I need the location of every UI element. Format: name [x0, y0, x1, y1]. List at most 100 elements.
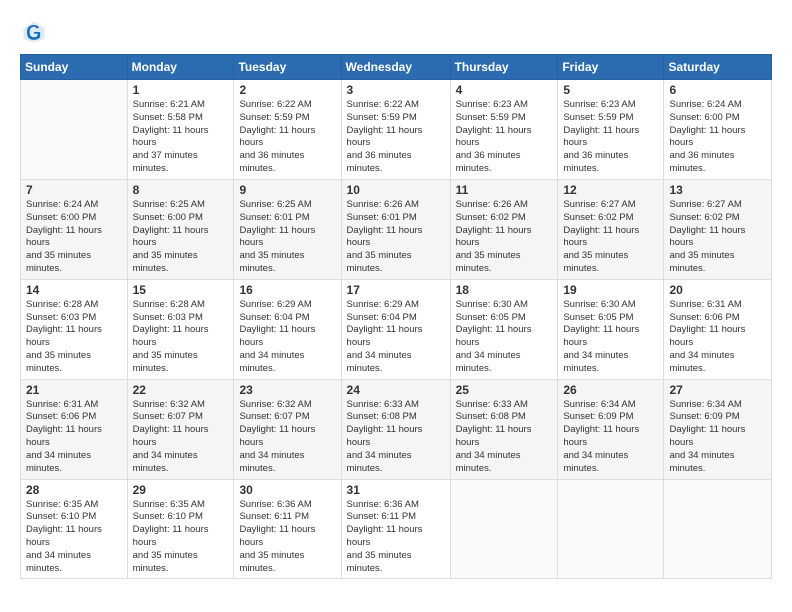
- day-info: Sunrise: 6:34 AMSunset: 6:09 PMDaylight:…: [563, 399, 658, 476]
- calendar-day-cell: 13 Sunrise: 6:27 AMSunset: 6:02 PMDayligh…: [664, 179, 772, 279]
- day-info: Sunrise: 6:26 AMSunset: 6:02 PMDaylight:…: [456, 199, 553, 276]
- day-number: 18: [456, 283, 553, 297]
- calendar-day-cell: 8 Sunrise: 6:25 AMSunset: 6:00 PMDaylight…: [127, 179, 234, 279]
- day-number: 26: [563, 383, 658, 397]
- calendar-header-thursday: Thursday: [450, 55, 558, 80]
- calendar-week-row: 21Sunrise: 6:31 AMSunset: 6:06 PMDayligh…: [21, 379, 772, 479]
- calendar-day-cell: 21Sunrise: 6:31 AMSunset: 6:06 PMDayligh…: [21, 379, 128, 479]
- day-info: Sunrise: 6:27 AMSunset: 6:02 PMDaylight:…: [669, 199, 766, 276]
- day-number: 21: [26, 383, 122, 397]
- calendar-day-cell: 14Sunrise: 6:28 AMSunset: 6:03 PMDayligh…: [21, 279, 128, 379]
- day-info: Sunrise: 6:29 AMSunset: 6:04 PMDaylight:…: [347, 299, 445, 376]
- calendar-day-cell: 26 Sunrise: 6:34 AMSunset: 6:09 PMDayligh…: [558, 379, 664, 479]
- calendar-day-cell: 23Sunrise: 6:32 AMSunset: 6:07 PMDayligh…: [234, 379, 341, 479]
- day-info: Sunrise: 6:23 AMSunset: 5:59 PMDaylight:…: [563, 99, 658, 176]
- calendar-day-cell: 27Sunrise: 6:34 AMSunset: 6:09 PMDayligh…: [664, 379, 772, 479]
- calendar-day-cell: 3 Sunrise: 6:22 AMSunset: 5:59 PMDaylight…: [341, 80, 450, 180]
- day-number: 13: [669, 183, 766, 197]
- day-number: 7: [26, 183, 122, 197]
- logo: [20, 18, 52, 46]
- calendar-day-cell: 19 Sunrise: 6:30 AMSunset: 6:05 PMDayligh…: [558, 279, 664, 379]
- calendar-day-cell: 4 Sunrise: 6:23 AMSunset: 5:59 PMDaylight…: [450, 80, 558, 180]
- day-number: 1: [133, 83, 229, 97]
- day-info: Sunrise: 6:23 AMSunset: 5:59 PMDaylight:…: [456, 99, 553, 176]
- calendar-header-friday: Friday: [558, 55, 664, 80]
- calendar-day-cell: 28 Sunrise: 6:35 AMSunset: 6:10 PMDayligh…: [21, 479, 128, 579]
- calendar-header-saturday: Saturday: [664, 55, 772, 80]
- calendar-day-cell: [558, 479, 664, 579]
- day-number: 3: [347, 83, 445, 97]
- calendar-day-cell: 30Sunrise: 6:36 AMSunset: 6:11 PMDayligh…: [234, 479, 341, 579]
- day-number: 15: [133, 283, 229, 297]
- calendar-week-row: 1 Sunrise: 6:21 AMSunset: 5:58 PMDaylight…: [21, 80, 772, 180]
- day-info: Sunrise: 6:26 AMSunset: 6:01 PMDaylight:…: [347, 199, 445, 276]
- calendar-day-cell: [21, 80, 128, 180]
- day-number: 6: [669, 83, 766, 97]
- day-number: 5: [563, 83, 658, 97]
- day-number: 28: [26, 483, 122, 497]
- day-info: Sunrise: 6:33 AMSunset: 6:08 PMDaylight:…: [456, 399, 553, 476]
- calendar-day-cell: 7Sunrise: 6:24 AMSunset: 6:00 PMDaylight…: [21, 179, 128, 279]
- day-info: Sunrise: 6:25 AMSunset: 6:00 PMDaylight:…: [133, 199, 229, 276]
- calendar-day-cell: 24 Sunrise: 6:33 AMSunset: 6:08 PMDayligh…: [341, 379, 450, 479]
- day-number: 4: [456, 83, 553, 97]
- calendar-header-tuesday: Tuesday: [234, 55, 341, 80]
- calendar-day-cell: [450, 479, 558, 579]
- calendar-week-row: 28 Sunrise: 6:35 AMSunset: 6:10 PMDayligh…: [21, 479, 772, 579]
- day-info: Sunrise: 6:22 AMSunset: 5:59 PMDaylight:…: [347, 99, 445, 176]
- day-info: Sunrise: 6:36 AMSunset: 6:11 PMDaylight:…: [239, 499, 335, 576]
- day-info: Sunrise: 6:34 AMSunset: 6:09 PMDaylight:…: [669, 399, 766, 476]
- day-info: Sunrise: 6:36 AMSunset: 6:11 PMDaylight:…: [347, 499, 445, 576]
- day-info: Sunrise: 6:21 AMSunset: 5:58 PMDaylight:…: [133, 99, 229, 176]
- day-number: 8: [133, 183, 229, 197]
- calendar-table: SundayMondayTuesdayWednesdayThursdayFrid…: [20, 54, 772, 579]
- day-info: Sunrise: 6:35 AMSunset: 6:10 PMDaylight:…: [133, 499, 229, 576]
- header: [20, 18, 772, 46]
- day-number: 17: [347, 283, 445, 297]
- day-info: Sunrise: 6:25 AMSunset: 6:01 PMDaylight:…: [239, 199, 335, 276]
- calendar-day-cell: 6Sunrise: 6:24 AMSunset: 6:00 PMDaylight…: [664, 80, 772, 180]
- calendar-header-wednesday: Wednesday: [341, 55, 450, 80]
- day-number: 19: [563, 283, 658, 297]
- calendar-day-cell: 17 Sunrise: 6:29 AMSunset: 6:04 PMDayligh…: [341, 279, 450, 379]
- calendar-week-row: 14Sunrise: 6:28 AMSunset: 6:03 PMDayligh…: [21, 279, 772, 379]
- calendar-day-cell: 22 Sunrise: 6:32 AMSunset: 6:07 PMDayligh…: [127, 379, 234, 479]
- calendar-day-cell: 31Sunrise: 6:36 AMSunset: 6:11 PMDayligh…: [341, 479, 450, 579]
- day-info: Sunrise: 6:28 AMSunset: 6:03 PMDaylight:…: [133, 299, 229, 376]
- calendar-day-cell: 18 Sunrise: 6:30 AMSunset: 6:05 PMDayligh…: [450, 279, 558, 379]
- day-info: Sunrise: 6:32 AMSunset: 6:07 PMDaylight:…: [133, 399, 229, 476]
- day-number: 25: [456, 383, 553, 397]
- calendar-day-cell: 11 Sunrise: 6:26 AMSunset: 6:02 PMDayligh…: [450, 179, 558, 279]
- calendar-day-cell: 15 Sunrise: 6:28 AMSunset: 6:03 PMDayligh…: [127, 279, 234, 379]
- calendar-day-cell: [664, 479, 772, 579]
- day-info: Sunrise: 6:33 AMSunset: 6:08 PMDaylight:…: [347, 399, 445, 476]
- day-number: 12: [563, 183, 658, 197]
- calendar-day-cell: 2Sunrise: 6:22 AMSunset: 5:59 PMDaylight…: [234, 80, 341, 180]
- day-number: 2: [239, 83, 335, 97]
- logo-icon: [20, 18, 48, 46]
- day-info: Sunrise: 6:29 AMSunset: 6:04 PMDaylight:…: [239, 299, 335, 376]
- calendar-day-cell: 12 Sunrise: 6:27 AMSunset: 6:02 PMDayligh…: [558, 179, 664, 279]
- calendar-day-cell: 29 Sunrise: 6:35 AMSunset: 6:10 PMDayligh…: [127, 479, 234, 579]
- day-info: Sunrise: 6:28 AMSunset: 6:03 PMDaylight:…: [26, 299, 122, 376]
- calendar-header-monday: Monday: [127, 55, 234, 80]
- day-number: 16: [239, 283, 335, 297]
- calendar-day-cell: 1 Sunrise: 6:21 AMSunset: 5:58 PMDaylight…: [127, 80, 234, 180]
- day-info: Sunrise: 6:32 AMSunset: 6:07 PMDaylight:…: [239, 399, 335, 476]
- day-number: 10: [347, 183, 445, 197]
- day-number: 22: [133, 383, 229, 397]
- calendar-day-cell: 10 Sunrise: 6:26 AMSunset: 6:01 PMDayligh…: [341, 179, 450, 279]
- day-info: Sunrise: 6:31 AMSunset: 6:06 PMDaylight:…: [669, 299, 766, 376]
- day-info: Sunrise: 6:35 AMSunset: 6:10 PMDaylight:…: [26, 499, 122, 576]
- calendar-header-sunday: Sunday: [21, 55, 128, 80]
- day-info: Sunrise: 6:27 AMSunset: 6:02 PMDaylight:…: [563, 199, 658, 276]
- day-info: Sunrise: 6:30 AMSunset: 6:05 PMDaylight:…: [456, 299, 553, 376]
- day-info: Sunrise: 6:30 AMSunset: 6:05 PMDaylight:…: [563, 299, 658, 376]
- calendar-day-cell: 20Sunrise: 6:31 AMSunset: 6:06 PMDayligh…: [664, 279, 772, 379]
- day-number: 11: [456, 183, 553, 197]
- day-number: 29: [133, 483, 229, 497]
- day-number: 24: [347, 383, 445, 397]
- calendar-day-cell: 5 Sunrise: 6:23 AMSunset: 5:59 PMDaylight…: [558, 80, 664, 180]
- calendar-week-row: 7Sunrise: 6:24 AMSunset: 6:00 PMDaylight…: [21, 179, 772, 279]
- calendar-header-row: SundayMondayTuesdayWednesdayThursdayFrid…: [21, 55, 772, 80]
